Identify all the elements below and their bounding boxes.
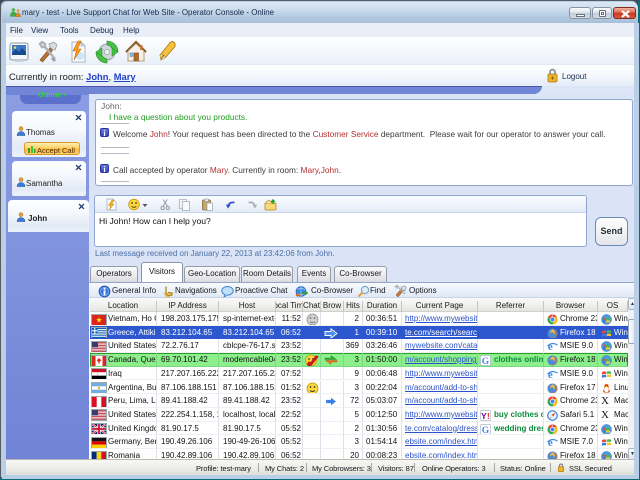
svg-text:e: e [548,342,553,353]
svg-text:G: G [482,357,490,366]
svg-text:e: e [548,437,553,448]
svg-text:!: ! [487,412,490,421]
svg-text:e: e [548,369,553,380]
svg-text:G: G [482,425,490,434]
